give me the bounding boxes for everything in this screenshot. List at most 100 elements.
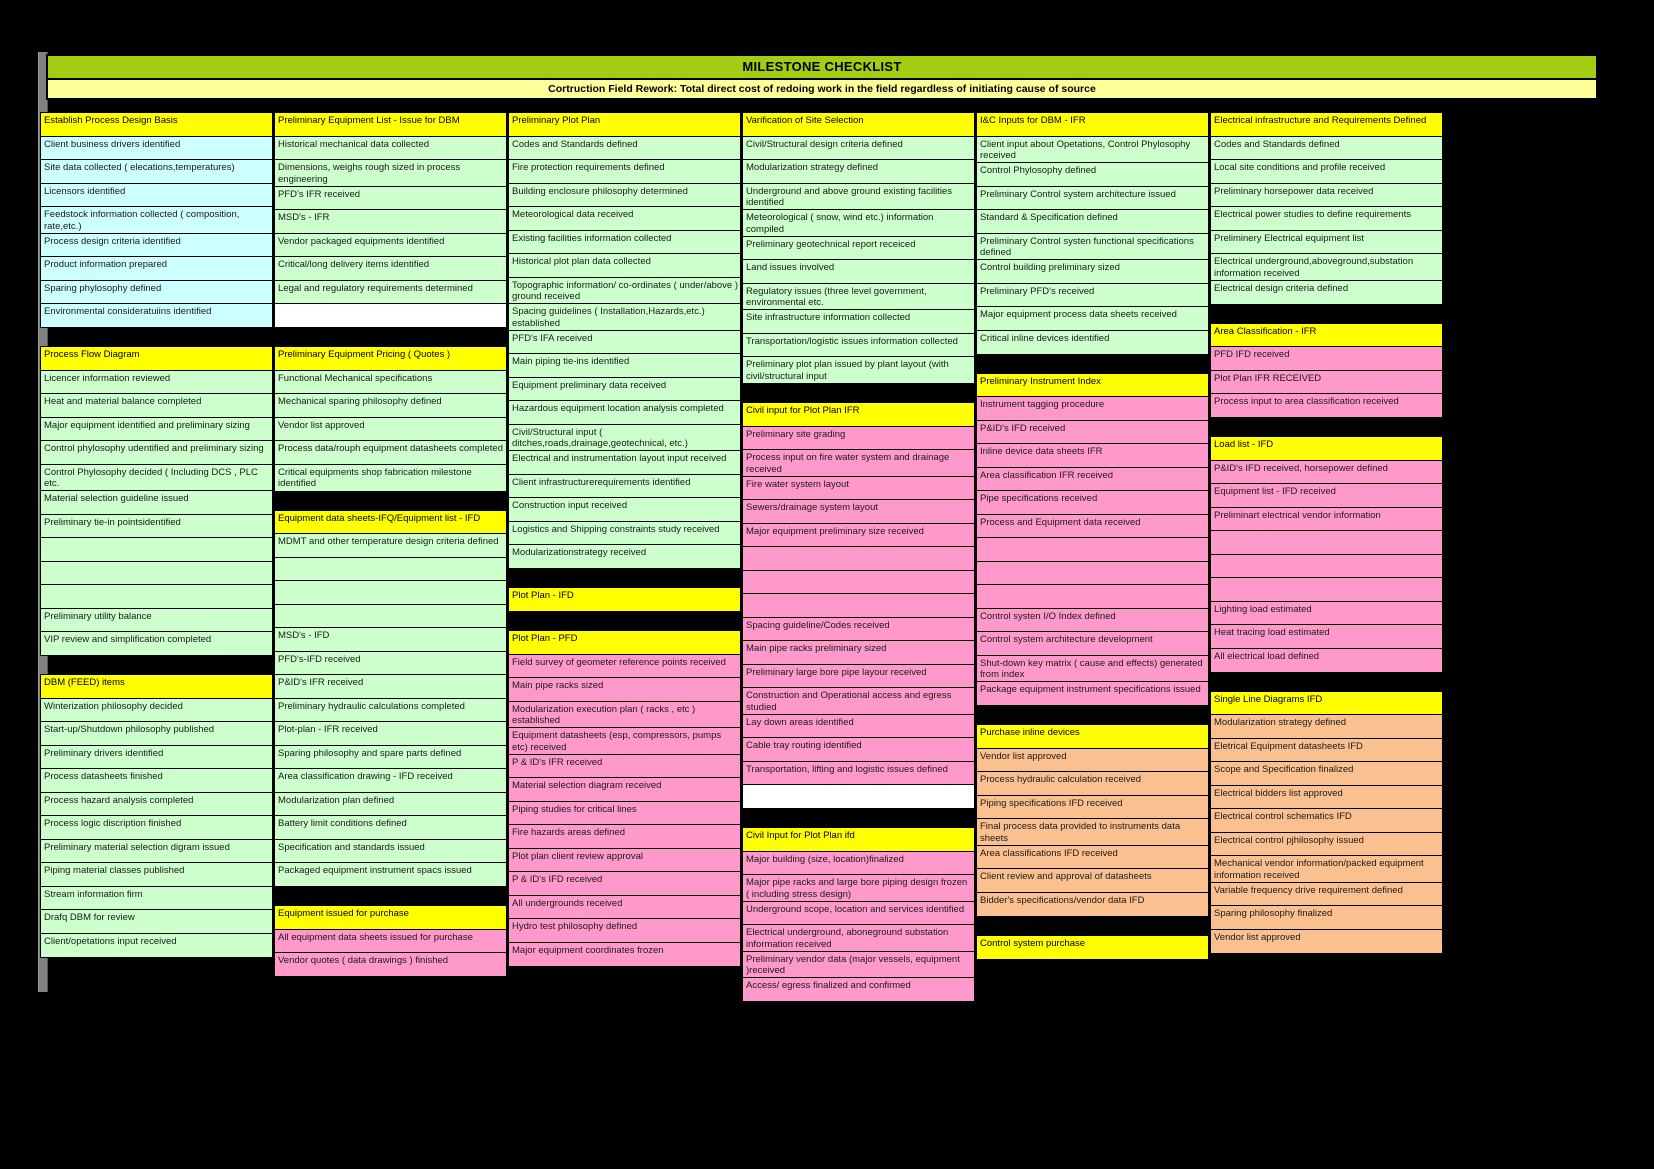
checklist-item[interactable]: Site data collected ( elecations,tempera… [40,159,273,184]
checklist-item[interactable]: Field survey of geometer reference point… [508,653,741,679]
group-header[interactable]: Preliminary Equipment List - Issue for D… [274,112,507,137]
checklist-item[interactable]: Vendor quotes ( data drawings ) finished [274,952,507,977]
checklist-item[interactable]: Preliminary Control system architecture … [976,185,1209,211]
checklist-item-empty[interactable] [40,560,273,586]
checklist-item[interactable]: Area classifications IFD received [976,844,1209,870]
checklist-item[interactable]: Meteorological data received [508,206,741,231]
checklist-item[interactable]: Electrical control schematics IFD [1210,808,1443,833]
group-header[interactable]: I&C Inputs for DBM - IFR [976,112,1209,137]
group-header[interactable]: Electrical infrastructure and Requiremen… [1210,112,1443,137]
checklist-item[interactable]: Control Phylosophy defined [976,162,1209,187]
checklist-item[interactable]: Equipment list - IFD received [1210,483,1443,508]
checklist-item[interactable]: Process input on fire water system and d… [742,449,975,477]
checklist-item[interactable]: Vendor list approved [274,416,507,442]
checklist-item[interactable]: Modularization execution plan ( racks , … [508,700,741,729]
checklist-item[interactable]: Pipe specifications received [976,490,1209,515]
checklist-item[interactable]: Area classification drawing - IFD receiv… [274,768,507,793]
checklist-item-empty[interactable] [742,546,975,571]
checklist-item[interactable]: Critical/long delivery items identified [274,256,507,281]
checklist-item[interactable]: Packaged equipment instrument spacs issu… [274,862,507,887]
checklist-item[interactable]: Cable tray routing identified [742,737,975,762]
checklist-item[interactable]: Control building preliminary sized [976,259,1209,284]
checklist-item[interactable]: P&ID's IFR received [274,674,507,699]
checklist-item[interactable]: Process data/rouph equipment datasheets … [274,440,507,465]
checklist-item[interactable]: Main piping tie-ins identified [508,353,741,378]
checklist-item[interactable]: All equipment data sheets issued for pur… [274,928,507,954]
checklist-item[interactable]: Specification and standards issued [274,838,507,864]
checklist-item-empty[interactable] [742,593,975,618]
checklist-item-empty[interactable] [742,569,975,595]
checklist-item[interactable]: Mechanical vendor information/packed equ… [1210,855,1443,883]
checklist-item-empty[interactable] [742,784,975,809]
checklist-item[interactable]: Electrical bidders list approved [1210,784,1443,810]
checklist-item[interactable]: All electrical load defined [1210,647,1443,673]
checklist-item[interactable]: Critical equipments shop fabrication mil… [274,463,507,492]
checklist-item[interactable]: Site infrastructure information collecte… [742,309,975,334]
group-header[interactable]: Process Flow Diagram [40,346,273,371]
checklist-item[interactable]: Standard & Specification defined [976,209,1209,234]
checklist-item[interactable]: Transportation, lifting and logistic iss… [742,760,975,786]
checklist-item[interactable]: Control Phylosophy decided ( Including D… [40,463,273,492]
checklist-item[interactable]: Underground scope, location and services… [742,900,975,926]
checklist-item[interactable]: MSD's - IFR [274,209,507,234]
checklist-item[interactable]: P & ID's IFD received [508,871,741,896]
checklist-item[interactable]: Electrical underground, aboneground subs… [742,924,975,952]
checklist-item[interactable]: Electrical and instrumentation layout in… [508,450,741,475]
checklist-item[interactable]: Electrical power studies to define requi… [1210,206,1443,231]
checklist-item[interactable]: Local site conditions and profile receiv… [1210,159,1443,184]
checklist-item[interactable]: Final process data provided to instrumen… [976,818,1209,846]
group-header[interactable]: DBM (FEED) items [40,674,273,699]
checklist-item[interactable]: Vendor packaged equipments identified [274,232,507,258]
checklist-item-empty[interactable] [274,580,507,605]
checklist-item[interactable]: Preliminary geotechnical report receiced [742,235,975,261]
checklist-item[interactable]: Sparing phylosophy defined [40,279,273,305]
checklist-item[interactable]: P & ID's IFR received [508,753,741,779]
group-header[interactable]: Plot Plan - IFD [508,587,741,612]
checklist-item[interactable]: Preliminary PFD's received [976,282,1209,308]
checklist-item[interactable]: Plot plan client review approval [508,847,741,873]
checklist-item[interactable]: Preliminary Control systen functional sp… [976,232,1209,261]
checklist-item[interactable]: Major building (size, location)finalized [742,850,975,876]
checklist-item[interactable]: Process and Equipment data received [976,513,1209,539]
checklist-item[interactable]: Feedstock information collected ( compos… [40,206,273,234]
group-header[interactable]: Single Line Diagrams IFD [1210,690,1443,716]
checklist-item[interactable]: Spacing guideline/Codes received [742,616,975,642]
group-header[interactable]: Load list - IFD [1210,436,1443,461]
checklist-item[interactable]: Process design criteria identified [40,232,273,258]
checklist-item[interactable]: Stream information firm [40,885,273,911]
checklist-item[interactable]: Material selection guideline issued [40,490,273,515]
checklist-item[interactable]: Process logic discription finished [40,815,273,840]
checklist-item[interactable]: All undergrounds received [508,894,741,920]
checklist-item[interactable]: Sparing philosophy and spare parts defin… [274,744,507,770]
checklist-item[interactable]: Lay down areas identified [742,713,975,739]
checklist-item[interactable]: Hazardous equipment location analysis co… [508,400,741,425]
checklist-item[interactable]: Preliminary drivers identified [40,744,273,770]
checklist-item[interactable]: Preliminary utility balance [40,607,273,633]
checklist-item[interactable]: Transportation/logistic issues informati… [742,332,975,358]
checklist-item[interactable]: Vendor list approved [1210,928,1443,954]
checklist-item[interactable]: Material selection diagram received [508,777,741,802]
checklist-item[interactable]: Client infrastructurerequirements identi… [508,473,741,499]
checklist-item[interactable]: Variable frequency drive requirement def… [1210,881,1443,907]
checklist-item[interactable]: Process input to area classification rec… [1210,393,1443,418]
checklist-item[interactable]: Equipment datasheets (esp, compressors, … [508,727,741,755]
checklist-item[interactable]: Heat and material balance completed [40,393,273,418]
checklist-item-empty[interactable] [1210,530,1443,555]
group-header[interactable]: Equipment data sheets-IFQ/Equipment list… [274,509,507,535]
checklist-item-empty[interactable] [1210,577,1443,602]
group-header[interactable]: Preliminary Plot Plan [508,112,741,137]
checklist-item[interactable]: Drafq DBM for review [40,909,273,934]
checklist-item[interactable]: Fire water system layout [742,475,975,501]
checklist-item[interactable]: Preliminary material selection digram is… [40,838,273,864]
checklist-item[interactable]: Electrical underground,aboveground,subst… [1210,253,1443,281]
checklist-item-empty[interactable] [976,537,1209,562]
checklist-item[interactable]: Preliminary vendor data (major vessels, … [742,950,975,979]
checklist-item[interactable]: Electrical control pjhilosophy issued [1210,831,1443,857]
checklist-item[interactable]: Existing facilities information collecte… [508,229,741,255]
group-header[interactable]: Civil Input for Plot Plan ifd [742,827,975,852]
checklist-item[interactable]: Access/ egress finalized and confirmed [742,977,975,1002]
checklist-item[interactable]: Battery limit conditions defined [274,815,507,840]
checklist-item[interactable]: Sparing philosophy finalized [1210,905,1443,930]
checklist-item[interactable]: Preliminary horsepower data received [1210,182,1443,208]
checklist-item[interactable]: Building enclosure philosophy determined [508,182,741,208]
